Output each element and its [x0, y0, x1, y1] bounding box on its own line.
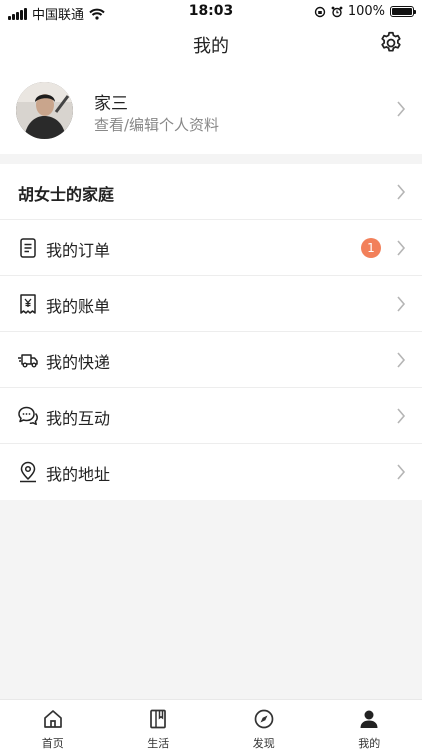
menu-list: 胡女士的家庭 我的订单 1 我的账单 我的快递 我的互动 我的地址	[0, 164, 422, 500]
page-title: 我的	[193, 36, 229, 57]
alarm-icon	[331, 6, 343, 17]
delivery-truck-icon	[18, 354, 38, 368]
menu-item-orders[interactable]: 我的订单 1	[0, 220, 422, 276]
tab-label: 发现	[252, 737, 275, 750]
menu-item-label: 我的订单	[46, 241, 111, 260]
chevron-right-icon	[397, 408, 406, 424]
order-count-badge: 1	[361, 238, 381, 258]
family-item[interactable]: 胡女士的家庭	[0, 164, 422, 220]
tab-mine[interactable]: 我的	[317, 700, 422, 750]
tab-discover[interactable]: 发现	[211, 700, 317, 750]
person-icon	[360, 710, 378, 728]
nav-bar: 我的	[0, 24, 422, 64]
document-icon	[20, 238, 36, 258]
receipt-icon	[20, 294, 36, 314]
tab-label: 我的	[358, 737, 381, 750]
battery-icon	[390, 6, 416, 17]
tab-bar: 首页 生活 发现 我的	[0, 699, 422, 750]
status-bar: 中国联通 18:03 100%	[0, 0, 422, 24]
chevron-right-icon	[397, 184, 406, 200]
chevron-right-icon	[397, 352, 406, 368]
tab-home[interactable]: 首页	[0, 700, 106, 750]
menu-item-bills[interactable]: 我的账单	[0, 276, 422, 332]
tab-label: 生活	[147, 737, 170, 750]
chevron-right-icon	[397, 296, 406, 312]
status-right: 100%	[314, 4, 416, 19]
profile-edit-link[interactable]: 查看/编辑个人资料	[94, 114, 219, 135]
notebook-icon	[150, 709, 167, 729]
chevron-right-icon	[397, 240, 406, 256]
menu-item-address[interactable]: 我的地址	[0, 444, 422, 500]
profile-name: 家三	[94, 94, 128, 114]
battery-percent: 100%	[347, 4, 385, 19]
home-icon	[43, 710, 62, 728]
rotation-lock-icon	[314, 6, 326, 17]
family-label: 胡女士的家庭	[18, 185, 115, 204]
tab-label: 首页	[41, 737, 64, 750]
compass-icon	[254, 709, 274, 729]
menu-item-interactions[interactable]: 我的互动	[0, 388, 422, 444]
chevron-right-icon	[397, 464, 406, 480]
tab-life[interactable]: 生活	[106, 700, 212, 750]
gear-icon[interactable]	[378, 30, 404, 56]
menu-item-delivery[interactable]: 我的快递	[0, 332, 422, 388]
profile-card[interactable]: 家三 查看/编辑个人资料	[0, 64, 422, 154]
menu-item-label: 我的地址	[46, 465, 111, 484]
location-pin-icon	[20, 461, 36, 483]
menu-item-label: 我的快递	[46, 353, 111, 372]
menu-item-label: 我的账单	[46, 297, 111, 316]
chevron-right-icon	[397, 101, 406, 117]
menu-item-label: 我的互动	[46, 409, 111, 428]
chat-bubbles-icon	[18, 406, 38, 426]
avatar[interactable]	[16, 82, 73, 139]
